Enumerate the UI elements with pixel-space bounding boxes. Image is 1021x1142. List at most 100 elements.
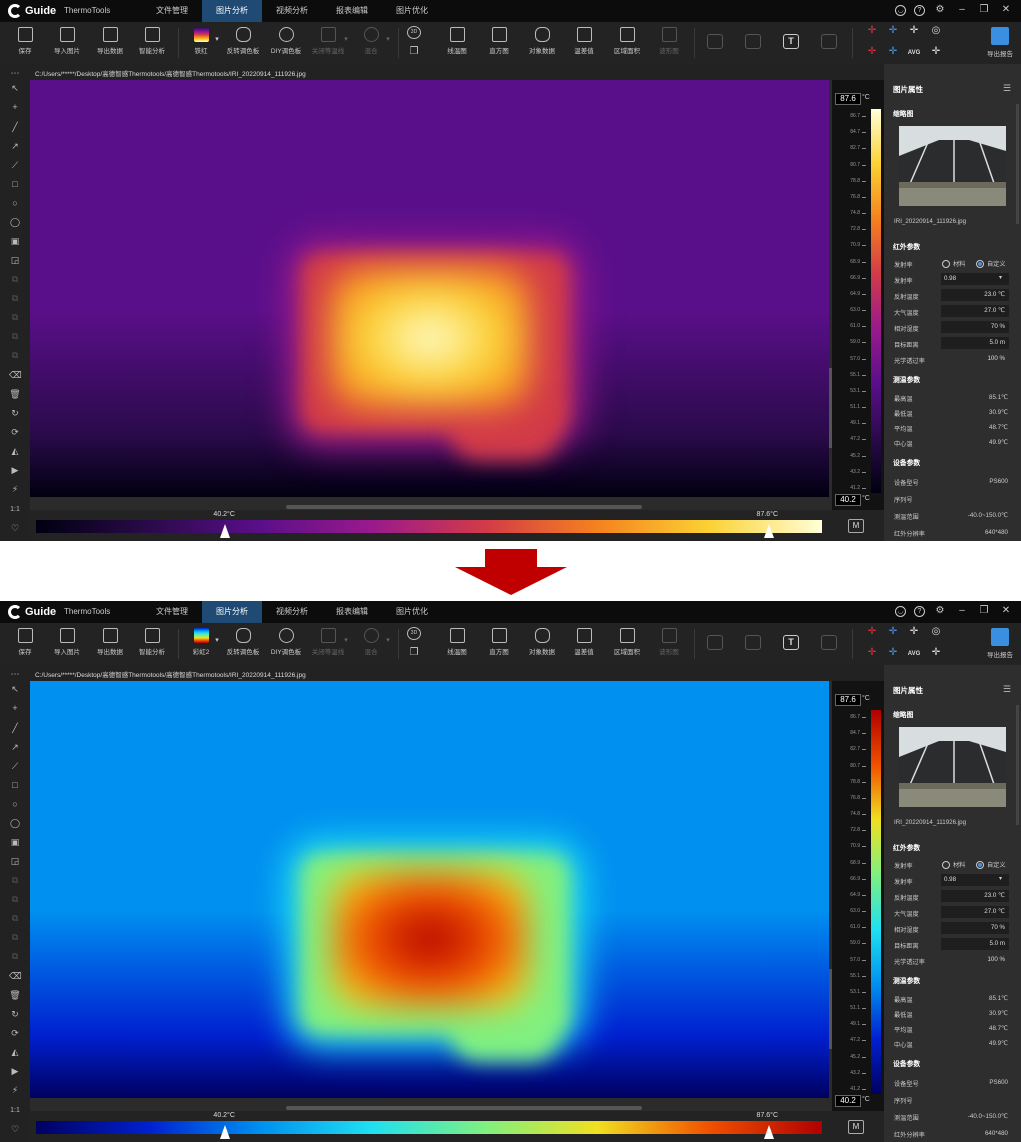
bookmark-icon[interactable] — [821, 34, 837, 49]
close-icon[interactable]: ✕ — [999, 605, 1013, 617]
reflected-temp-field[interactable]: 23.0 ℃ — [941, 289, 1009, 301]
diy-palette-button[interactable]: DIY调色板 — [266, 627, 306, 663]
save-button[interactable]: 保存 — [5, 627, 45, 663]
comment-icon[interactable] — [707, 635, 723, 650]
mirror-icon[interactable]: ▶ — [9, 464, 21, 476]
line-temp-button[interactable]: 线温图 — [437, 627, 477, 663]
menu-image-optimization[interactable]: 图片优化 — [382, 0, 442, 22]
target-icon[interactable]: ◎ — [929, 25, 943, 37]
actual-size-icon[interactable]: 1:1 — [9, 504, 21, 516]
trash-icon[interactable]: 🗑 — [9, 388, 21, 400]
minimize-icon[interactable]: – — [955, 4, 969, 16]
thermal-image[interactable] — [30, 681, 829, 1098]
manual-mode-button[interactable]: M — [848, 519, 864, 533]
layer-paste-icon[interactable]: ⧉ — [9, 912, 21, 924]
copy-icon[interactable]: ❐ — [407, 647, 421, 659]
target-icon[interactable]: ◎ — [929, 626, 943, 638]
horizontal-scrollbar[interactable] — [286, 505, 642, 509]
line-temp-button[interactable]: 线温图 — [437, 26, 477, 62]
mirror-icon[interactable]: ▶ — [9, 1065, 21, 1077]
restore-icon[interactable]: ❐ — [977, 605, 991, 617]
manual-mode-button[interactable]: M — [848, 1120, 864, 1134]
3d-icon[interactable]: 3D — [407, 627, 421, 640]
menu-image-optimization[interactable]: 图片优化 — [382, 601, 442, 623]
pointer-icon[interactable]: ↖ — [9, 82, 21, 94]
region-icon[interactable]: ◲ — [9, 855, 21, 867]
panel-menu-icon[interactable]: ☰ — [1003, 83, 1011, 94]
smart-analysis-button[interactable]: 智能分析 — [132, 26, 172, 62]
target-distance-field[interactable]: 5.0 m — [941, 938, 1009, 950]
pointer-icon[interactable]: ↖ — [9, 683, 21, 695]
layer-split-icon[interactable]: ⧉ — [9, 950, 21, 962]
export-data-button[interactable]: 导出数据 — [90, 26, 130, 62]
comment-icon[interactable] — [707, 34, 723, 49]
arrow-line-icon[interactable]: ↗ — [9, 140, 21, 152]
layer-copy-icon[interactable]: ⧉ — [9, 893, 21, 905]
layer-icon[interactable]: ⧉ — [9, 874, 21, 886]
avg-button[interactable]: AVG — [904, 648, 924, 660]
waveform-button[interactable]: 波形图 — [649, 26, 689, 62]
panel-menu-icon[interactable]: ☰ — [1003, 684, 1011, 695]
arrow-line-icon[interactable]: ↗ — [9, 741, 21, 753]
material-radio[interactable]: 材料 — [942, 259, 965, 268]
image-frame-icon[interactable] — [745, 34, 761, 49]
target-distance-field[interactable]: 5.0 m — [941, 337, 1009, 349]
ellipse-icon[interactable]: ◯ — [9, 216, 21, 228]
export-data-button[interactable]: 导出数据 — [90, 627, 130, 663]
histogram-button[interactable]: 直方图 — [479, 627, 519, 663]
span-high-handle[interactable] — [763, 1125, 774, 1139]
diy-palette-button[interactable]: DIY调色板 — [266, 26, 306, 62]
help-icon[interactable]: ? — [914, 4, 925, 16]
crosshair-max-icon[interactable]: ✛ — [865, 25, 879, 37]
polyline-icon[interactable]: ⟋ — [9, 159, 21, 171]
rectangle-icon[interactable]: □ — [9, 178, 21, 190]
gear-icon[interactable]: ⚙ — [933, 4, 947, 16]
menu-report-editing[interactable]: 报表编辑 — [322, 601, 382, 623]
circle-icon[interactable]: ○ — [9, 798, 21, 810]
flip-icon[interactable]: ◭ — [9, 445, 21, 457]
palette-gradient-bar[interactable] — [36, 520, 822, 533]
user-icon[interactable]: ◡ — [895, 605, 906, 617]
rotate-icon[interactable]: ↻ — [9, 407, 21, 419]
minimize-icon[interactable]: – — [955, 605, 969, 617]
line-tool-icon[interactable]: ╱ — [9, 722, 21, 734]
avg-button[interactable]: AVG — [904, 47, 924, 59]
save-button[interactable]: 保存 — [5, 26, 45, 62]
invert-palette-button[interactable]: 反转调色板 — [223, 627, 263, 663]
temp-diff-button[interactable]: 温差值 — [564, 627, 604, 663]
circle-icon[interactable]: ○ — [9, 197, 21, 209]
chevron-down-icon[interactable]: ▾ — [381, 635, 395, 647]
layer-split-icon[interactable]: ⧉ — [9, 349, 21, 361]
chevron-down-icon[interactable]: ▾ — [381, 34, 395, 46]
thermal-image[interactable] — [30, 80, 829, 497]
menu-image-analysis[interactable]: 图片分析 — [202, 0, 262, 22]
eraser-icon[interactable]: ⌫ — [9, 970, 22, 982]
layer-merge-icon[interactable]: ⧉ — [9, 330, 21, 342]
import-image-button[interactable]: 导入图片 — [47, 627, 87, 663]
relative-humidity-field[interactable]: 70 % — [941, 922, 1009, 934]
horizontal-scrollbar[interactable] — [286, 1106, 642, 1110]
export-report-button[interactable]: 导出报告 — [980, 627, 1020, 663]
region-area-button[interactable]: 区域面积 — [607, 627, 647, 663]
flash-icon[interactable]: ⚡ — [9, 483, 21, 495]
user-icon[interactable]: ◡ — [895, 4, 906, 16]
crosshair-min-icon[interactable]: ✛ — [886, 25, 900, 37]
invert-palette-button[interactable]: 反转调色板 — [223, 26, 263, 62]
span-low-handle[interactable] — [220, 1125, 231, 1139]
panel-scrollbar[interactable] — [1016, 705, 1019, 825]
gear-icon[interactable]: ⚙ — [933, 605, 947, 617]
polygon-icon[interactable]: ▣ — [9, 235, 21, 247]
atmospheric-temp-field[interactable]: 27.0 ℃ — [941, 305, 1009, 317]
chevron-down-icon[interactable]: ▾ — [210, 34, 224, 46]
crosshair-max-icon[interactable]: ✛ — [865, 626, 879, 638]
menu-file-management[interactable]: 文件管理 — [142, 601, 202, 623]
heart-icon[interactable]: ♡ — [9, 1123, 21, 1135]
span-low-handle[interactable] — [220, 524, 231, 538]
text-icon[interactable]: T — [783, 34, 799, 49]
waveform-button[interactable]: 波形图 — [649, 627, 689, 663]
layer-icon[interactable]: ⧉ — [9, 273, 21, 285]
actual-size-icon[interactable]: 1:1 — [9, 1105, 21, 1117]
crosshair-min-max-icon[interactable]: ✛ — [865, 46, 879, 58]
material-radio[interactable]: 材料 — [942, 860, 965, 869]
point-tool-icon[interactable]: + — [9, 101, 21, 113]
